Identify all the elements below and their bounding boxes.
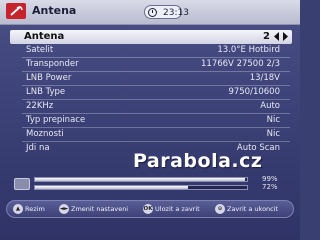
list-item-antena[interactable]: Antena 2 — [10, 30, 292, 44]
list-item-satelit[interactable]: Satelit 13.0°E Hotbird — [10, 45, 292, 57]
signal-quality-bar — [34, 185, 248, 190]
list-item-value: 11766V 27500 2/3 — [201, 59, 280, 69]
divider — [22, 85, 290, 86]
list-item-value: 13/18V — [249, 73, 280, 83]
clock-time: 23:13 — [163, 8, 189, 18]
divider — [22, 71, 290, 72]
list-item-label: Antena — [24, 31, 65, 42]
list-item-22khz[interactable]: 22KHz Auto — [10, 101, 292, 113]
list-item-label: LNB Power — [26, 73, 72, 83]
list-item-transponder[interactable]: Transponder 11766V 27500 2/3 — [10, 59, 292, 71]
page-title: Antena — [32, 4, 77, 17]
list-item-label: Transponder — [26, 59, 79, 69]
signal-strength-fill — [35, 178, 245, 181]
ok-button-icon: OK — [143, 204, 153, 214]
clock: 23:13 — [144, 5, 189, 19]
divider — [22, 141, 290, 142]
list-item-moznosti[interactable]: Moznosti Nic — [10, 129, 292, 141]
divider — [22, 57, 290, 58]
signal-icon — [14, 178, 30, 190]
divider — [22, 99, 290, 100]
list-item-label: Typ prepinace — [26, 115, 86, 125]
list-item-value: Nic — [266, 129, 280, 139]
signal-meter: 99% 72% — [0, 172, 300, 196]
list-item-typ-prepinace[interactable]: Typ prepinace Nic — [10, 115, 292, 127]
left-right-button-icon: ◄► — [59, 204, 69, 214]
up-button-icon: ▲ — [13, 204, 23, 214]
list-item-value: Auto — [260, 101, 280, 111]
list-item-label: Satelit — [26, 45, 54, 55]
header-bar: Antena 23:13 — [0, 0, 300, 25]
list-item-lnb-power[interactable]: LNB Power 13/18V — [10, 73, 292, 85]
signal-strength-percent: 99% — [262, 175, 278, 183]
left-right-arrows-icon[interactable] — [274, 32, 288, 41]
help-bar: ▲ Rezim ◄► Zmenit nastaveni OK Ulozit a zav… — [6, 200, 294, 218]
help-item-ulozit[interactable]: OK Ulozit a zavrit — [143, 204, 200, 214]
watermark-text: Parabola.cz — [133, 150, 263, 172]
list-item-value: 9750/10600 — [228, 87, 280, 97]
help-item-zavrit[interactable]: ⊙ Zavrit a ukoncit — [215, 204, 278, 214]
signal-quality-percent: 72% — [262, 183, 278, 191]
exit-button-icon: ⊙ — [215, 204, 225, 214]
list-item-label: Moznosti — [26, 129, 64, 139]
help-item-zmenit[interactable]: ◄► Zmenit nastaveni — [59, 204, 128, 214]
list-item-value: Nic — [266, 115, 280, 125]
help-item-rezim[interactable]: ▲ Rezim — [13, 204, 45, 214]
divider — [22, 113, 290, 114]
divider — [22, 127, 290, 128]
list-item-label: Jdi na — [26, 143, 50, 153]
antenna-icon — [6, 3, 26, 19]
list-item-label: LNB Type — [26, 87, 66, 97]
clock-icon — [148, 8, 157, 17]
list-item-value: 2 — [263, 31, 270, 42]
osd-screen: Antena 23:13 Antena 2 Satelit 13.0°E Hot… — [0, 0, 300, 240]
signal-strength-bar — [34, 177, 248, 182]
list-item-lnb-type[interactable]: LNB Type 9750/10600 — [10, 87, 292, 99]
list-item-label: 22KHz — [26, 101, 54, 111]
list-item-value: 13.0°E Hotbird — [217, 45, 280, 55]
signal-quality-fill — [35, 186, 188, 189]
